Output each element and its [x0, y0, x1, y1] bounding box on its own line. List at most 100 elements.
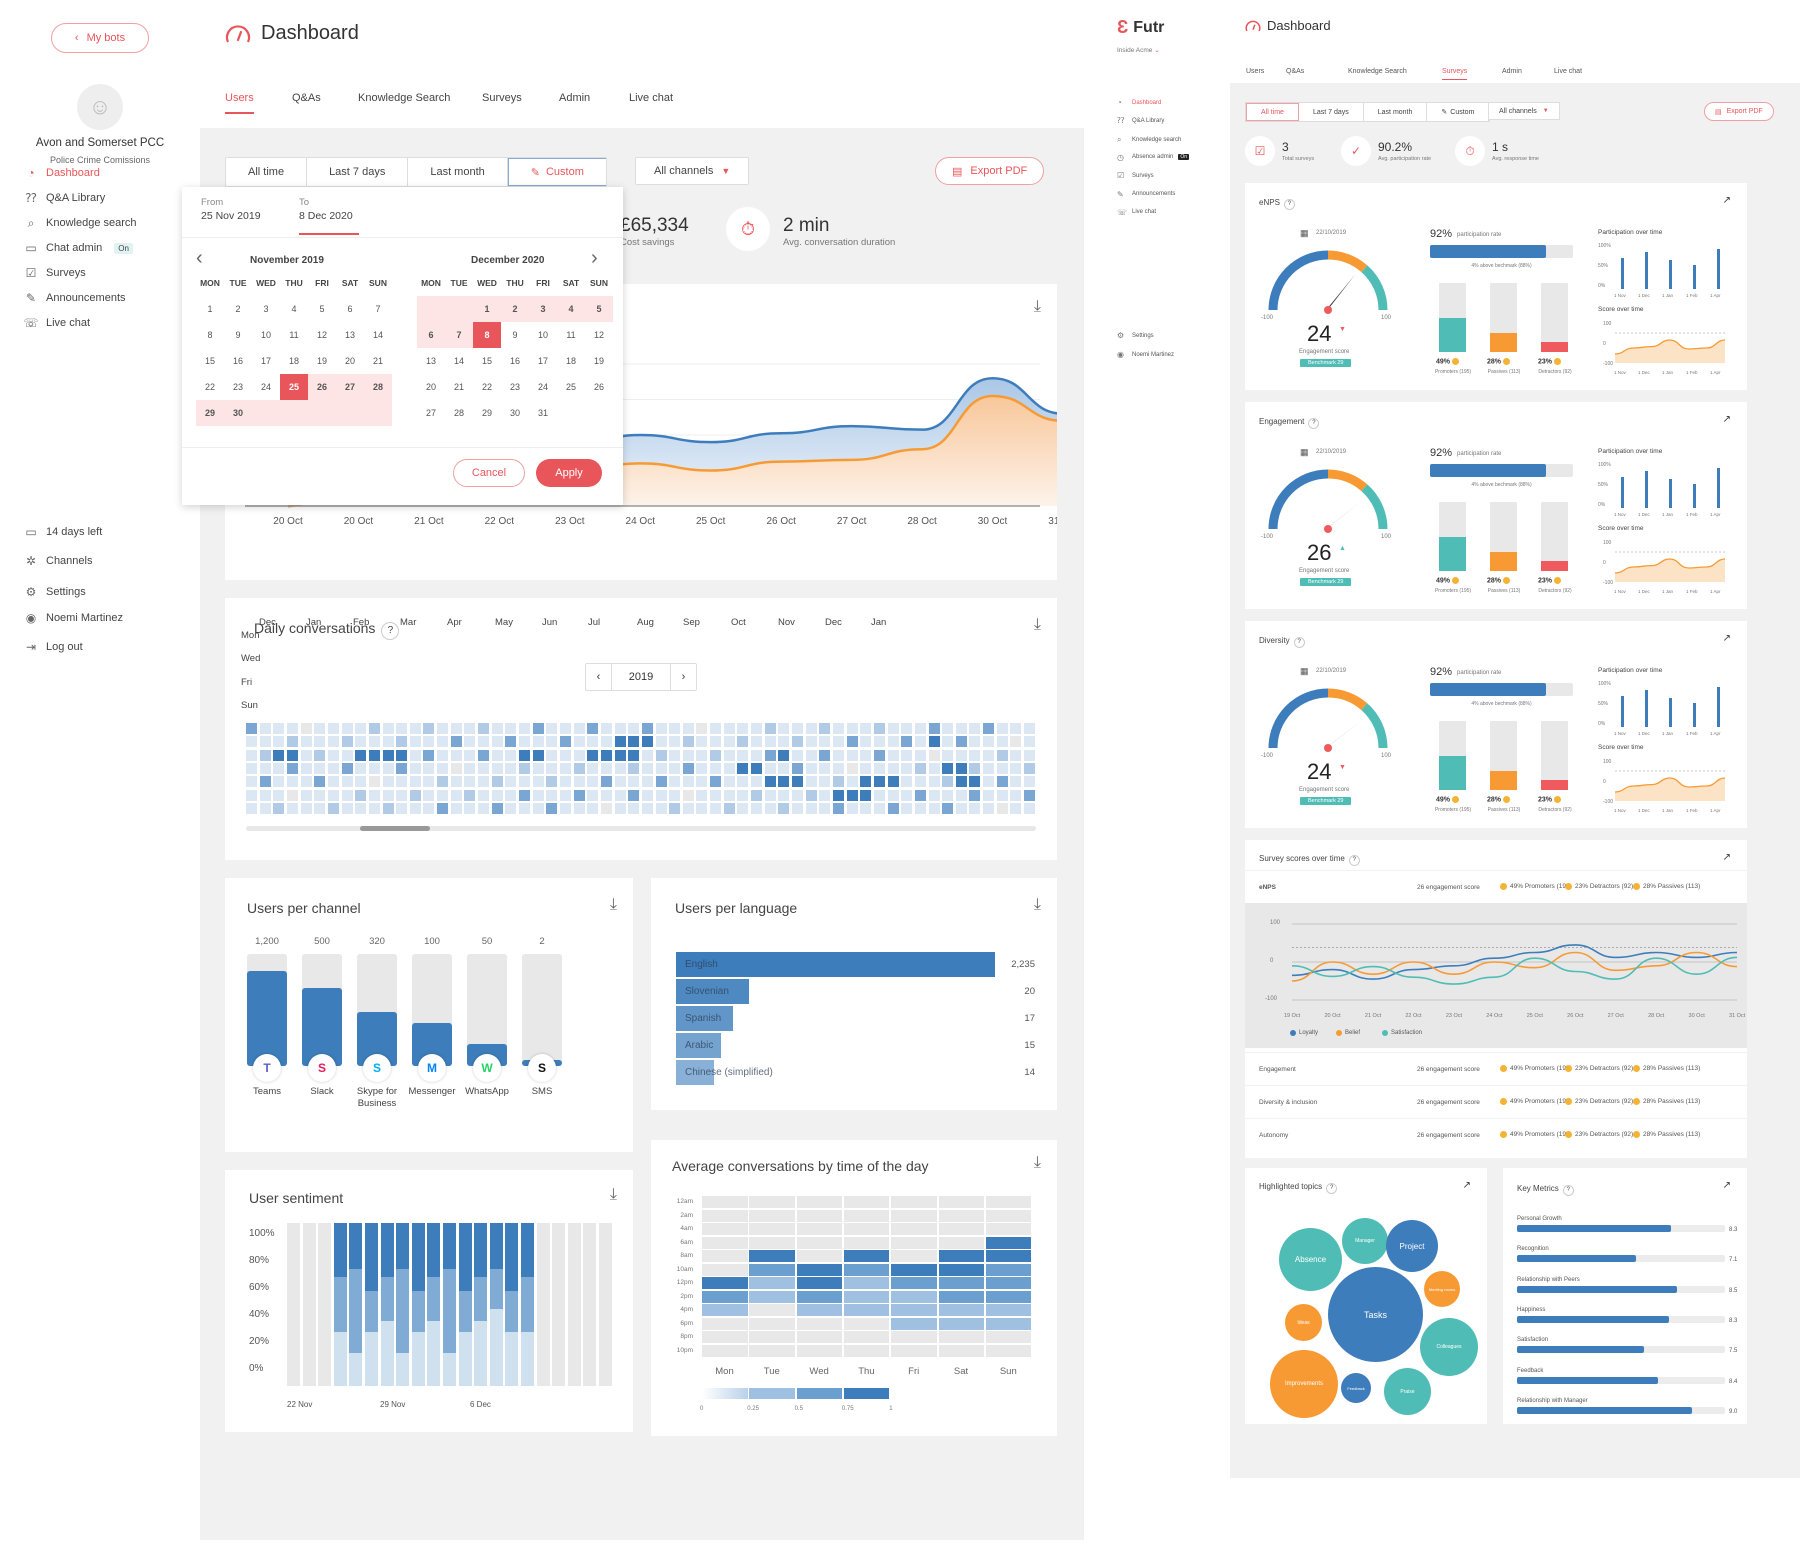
heatmap-cell[interactable] [737, 802, 749, 814]
heatmap-cell[interactable] [696, 723, 708, 734]
participation-bar-mark[interactable] [1621, 477, 1624, 508]
heatmap-cell[interactable] [491, 802, 503, 814]
heatmap-cell[interactable] [985, 1223, 1032, 1235]
tab-users[interactable]: Users [225, 92, 254, 114]
calendar-day[interactable]: 14 [364, 322, 392, 348]
heatmap-cell[interactable] [259, 736, 271, 748]
sidebar-item-chat-admin[interactable]: ▭ Chat admin On [24, 241, 133, 255]
heatmap-cell[interactable] [246, 723, 257, 734]
calendar-day[interactable]: 19 [585, 348, 613, 374]
calendar-day[interactable]: 1 [196, 296, 224, 322]
heatmap-cell[interactable] [273, 762, 285, 774]
heatmap-cell[interactable] [796, 1317, 843, 1330]
to-field[interactable]: To 8 Dec 2020 [299, 197, 359, 235]
heatmap-cell[interactable] [710, 802, 722, 814]
heatmap-cell[interactable] [355, 776, 367, 788]
heatmap-cell[interactable] [464, 789, 476, 801]
heatmap-cell[interactable] [559, 762, 571, 774]
calendar-day[interactable]: 2 [501, 296, 529, 322]
heatmap-cell[interactable] [942, 802, 954, 814]
calendar-day[interactable]: 21 [445, 374, 473, 400]
heatmap-cell[interactable] [505, 802, 517, 814]
tab-surveys[interactable]: Surveys [1442, 68, 1468, 80]
sidebar-2-item-noemi-martinez[interactable]: ◉ Noemi Martinez [1117, 350, 1174, 359]
topic-bubble[interactable]: Praise [1384, 1368, 1431, 1415]
heatmap-cell[interactable] [655, 802, 667, 814]
heatmap-cell[interactable] [914, 789, 926, 801]
heatmap-cell[interactable] [423, 789, 435, 801]
heatmap-cell[interactable] [792, 802, 803, 814]
heatmap-cell[interactable] [423, 802, 435, 814]
calendar-day[interactable]: 30 [224, 400, 252, 426]
heatmap-cell[interactable] [805, 762, 817, 774]
heatmap-cell[interactable] [478, 762, 490, 774]
heatmap-cell[interactable] [983, 762, 995, 774]
expand-icon[interactable]: ↗ [1723, 414, 1731, 425]
sidebar-item-surveys[interactable]: ☑ Surveys [24, 266, 86, 280]
download-icon[interactable]: ⤓ [610, 1186, 617, 1204]
heatmap-cell[interactable] [983, 802, 995, 814]
sentiment-bar[interactable] [567, 1223, 581, 1386]
participation-bar-mark[interactable] [1693, 483, 1696, 508]
sidebar-item-dashboard[interactable]: ◔ Dashboard [24, 166, 99, 180]
heatmap-cell[interactable] [505, 776, 517, 788]
range-last-month[interactable]: Last month [408, 158, 508, 186]
heatmap-cell[interactable] [938, 1263, 984, 1276]
calendar-day[interactable]: 3 [252, 296, 280, 322]
heatmap-cell[interactable] [819, 736, 831, 748]
heatmap-cell[interactable] [996, 749, 1008, 761]
heatmap-cell[interactable] [832, 762, 844, 774]
heatmap-cell[interactable] [985, 1250, 1032, 1262]
heatmap-cell[interactable] [860, 802, 872, 814]
heatmap-cell[interactable] [409, 802, 421, 814]
calendar-day[interactable]: 10 [252, 322, 280, 348]
heatmap-cell[interactable] [819, 789, 831, 801]
heatmap-cell[interactable] [505, 736, 517, 748]
heatmap-cell[interactable] [355, 736, 367, 748]
sidebar-item-14-days-left[interactable]: ▭ 14 days left [24, 525, 102, 539]
calendar-day[interactable]: 29 [473, 400, 501, 426]
heatmap-cell[interactable] [409, 736, 421, 748]
heatmap-cell[interactable] [764, 723, 776, 734]
heatmap-cell[interactable] [1024, 723, 1036, 734]
heatmap-cell[interactable] [464, 736, 476, 748]
heatmap-cell[interactable] [464, 723, 476, 734]
heatmap-cell[interactable] [519, 789, 530, 801]
heatmap-cell[interactable] [1024, 762, 1036, 774]
heatmap-cell[interactable] [300, 723, 312, 734]
heatmap-cell[interactable] [796, 1304, 843, 1316]
group-bar[interactable] [1490, 721, 1517, 790]
heatmap-cell[interactable] [396, 776, 408, 788]
heatmap-cell[interactable] [423, 736, 435, 748]
heatmap-cell[interactable] [969, 789, 981, 801]
heatmap-cell[interactable] [832, 749, 844, 761]
heatmap-cell[interactable] [1010, 749, 1022, 761]
heatmap-cell[interactable] [641, 736, 653, 748]
calendar-day[interactable]: 23 [224, 374, 252, 400]
heatmap-cell[interactable] [327, 776, 339, 788]
tab-live-chat[interactable]: Live chat [1554, 68, 1582, 75]
calendar-day[interactable]: 26 [308, 374, 336, 400]
heatmap-cell[interactable] [846, 749, 858, 761]
heatmap-cell[interactable] [341, 736, 353, 748]
heatmap-cell[interactable] [314, 776, 326, 788]
heatmap-cell[interactable] [655, 736, 667, 748]
heatmap-cell[interactable] [737, 736, 749, 748]
heatmap-cell[interactable] [409, 723, 421, 734]
help-icon[interactable]: ? [1348, 854, 1360, 866]
calendar-day[interactable]: 7 [364, 296, 392, 322]
topic-bubble[interactable]: Project [1386, 1220, 1438, 1272]
heatmap-cell[interactable] [1010, 723, 1022, 734]
heatmap-cell[interactable] [891, 1277, 937, 1289]
expand-icon[interactable]: ↗ [1723, 852, 1731, 863]
heatmap-cell[interactable] [1024, 749, 1036, 761]
heatmap-cell[interactable] [259, 749, 271, 761]
heatmap-cell[interactable] [702, 1196, 748, 1208]
heatmap-cell[interactable] [996, 762, 1008, 774]
calendar-day[interactable]: 24 [252, 374, 280, 400]
heatmap-cell[interactable] [710, 749, 722, 761]
heatmap-cell[interactable] [887, 723, 899, 734]
heatmap-cell[interactable] [985, 1331, 1032, 1343]
heatmap-cell[interactable] [942, 762, 954, 774]
sentiment-bar[interactable] [380, 1223, 394, 1386]
